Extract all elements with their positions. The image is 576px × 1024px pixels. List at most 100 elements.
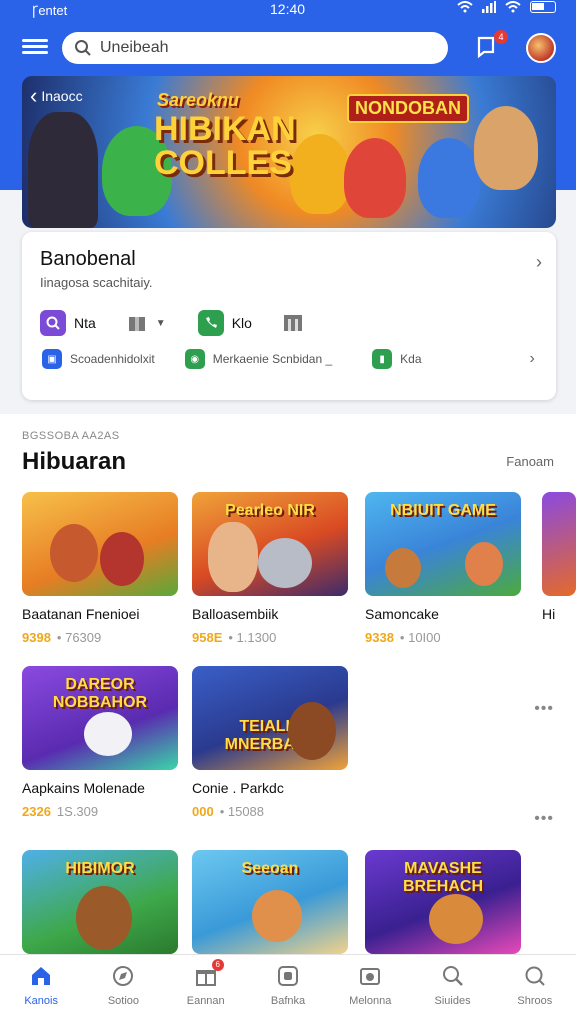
notification-button[interactable]: 4 <box>476 30 508 60</box>
search-icon <box>40 310 66 336</box>
game-card[interactable]: HIBIMOR <box>22 850 178 954</box>
secondary-links-row: ▣ Scoadenhidolxit ◉ Merkaenie Scnbidan _… <box>42 349 535 369</box>
game-card[interactable]: TEIALIE MNERBALS Conie . Parkdc 000 • 150… <box>192 666 348 819</box>
avatar[interactable] <box>526 33 556 63</box>
search-bar[interactable] <box>62 32 448 64</box>
game-thumbnail-label: DAREOR NOBBAHOR <box>52 676 148 711</box>
menu-button[interactable] <box>22 36 48 60</box>
game-stats: 958E • 1.1300 <box>192 630 348 645</box>
game-card[interactable]: Baatanan Fnenioei 9398 • 76309 <box>22 492 178 645</box>
chevron-right-icon[interactable]: › <box>530 350 535 368</box>
clock: 12:40 <box>270 1 306 17</box>
bottom-navigation: Kanois Sotioo 6 Eannan Bafnka Melonna Si… <box>0 954 576 1024</box>
nav-label: Eannan <box>186 995 225 1007</box>
card-subtitle: Iinagosa scachitaiy. <box>40 275 153 290</box>
nav-label: Sotioo <box>107 995 140 1007</box>
game-thumbnail <box>542 492 576 596</box>
game-title: Samoncake <box>365 606 439 622</box>
square-icon <box>275 963 301 989</box>
banner-title-right: NONDOBAN <box>347 94 469 123</box>
game-points: 2326 <box>22 804 51 819</box>
controller-icon: ◉ <box>184 349 205 369</box>
phone-icon <box>197 310 224 336</box>
thumb-character <box>429 894 483 944</box>
banner-title-line-1: HIBIKAN <box>154 110 296 148</box>
banner-back-button[interactable]: ‹ Inaocc <box>30 83 83 108</box>
game-plays: 1S.309 <box>56 804 99 819</box>
game-thumbnail <box>22 492 178 596</box>
nav-item-home[interactable]: Kanois <box>0 955 82 1024</box>
search-icon <box>440 963 466 989</box>
quick-action-box[interactable]: ▼ <box>126 312 166 334</box>
carrier-label: Ꞅentet <box>32 3 68 18</box>
game-card[interactable]: Pearleo NIR Balloasembiik 958E • 1.1300 <box>192 492 348 645</box>
banner-character-yellow <box>290 134 350 214</box>
thumb-character <box>385 548 421 588</box>
game-icon: ▣ <box>42 349 62 369</box>
game-title: Baatanan Fnenioei <box>22 606 140 622</box>
game-title: Hi <box>542 606 556 622</box>
game-title: Aapkains Molenade <box>22 780 145 796</box>
gallery-icon <box>357 963 383 989</box>
game-thumbnail-label: NBIUIT GAME <box>390 502 496 519</box>
nav-label: Bafnka <box>270 995 306 1007</box>
game-card[interactable]: Seeoan <box>192 850 348 954</box>
secondary-link-1[interactable]: ▣ Scoadenhidolxit <box>42 349 155 369</box>
secondary-link-2[interactable]: ◉ Merkaenie Scnbidan _ <box>184 349 333 369</box>
search-input[interactable] <box>100 39 400 57</box>
game-card-partial[interactable]: Hi <box>542 492 576 622</box>
more-options-icon[interactable]: ••• <box>534 700 554 718</box>
secondary-link-label: Merkaenie Scnbidan _ <box>212 352 333 366</box>
secondary-link-label: Kda <box>400 352 422 366</box>
nav-label: Kanois <box>24 995 58 1007</box>
banner-character-blue <box>418 138 480 218</box>
nav-item-guides[interactable]: Siuides <box>411 955 493 1024</box>
box-icon <box>128 317 145 331</box>
building-icon <box>283 315 302 331</box>
thumb-character <box>288 702 336 760</box>
game-thumbnail-label: Pearleo NIR <box>225 502 315 519</box>
thumb-character <box>84 712 132 756</box>
quick-action-nta[interactable]: Nta <box>40 310 96 336</box>
banner-title-line-2: COLLES <box>154 144 292 182</box>
game-card[interactable]: DAREOR NOBBAHOR Aapkains Molenade 2326 1S… <box>22 666 178 819</box>
nav-item-gifts[interactable]: 6 Eannan <box>165 955 247 1024</box>
status-icons <box>457 1 556 13</box>
game-stats: 2326 1S.309 <box>22 804 178 819</box>
hero-banner[interactable]: ‹ Inaocc Sareoknu HIBIKAN COLLES NONDOBA… <box>22 76 556 228</box>
gift-icon: 6 <box>193 959 224 989</box>
quick-action-building[interactable] <box>282 312 304 334</box>
game-thumbnail-label: Seeoan <box>241 860 299 877</box>
game-points: 958E <box>192 630 223 645</box>
quick-action-label: Nta <box>74 315 96 331</box>
chevron-left-icon: ‹ <box>30 83 38 108</box>
banner-title-top: Sareoknu <box>157 90 240 110</box>
game-card[interactable]: MAVASHE BREHACH <box>365 850 521 954</box>
nav-item-gallery[interactable]: Melonna <box>329 955 411 1024</box>
game-stats: 9398 • 76309 <box>22 630 178 645</box>
search-icon <box>75 40 91 56</box>
game-plays: • 15088 <box>219 804 265 819</box>
notification-badge: 4 <box>494 30 508 44</box>
battery-icon <box>530 1 556 13</box>
game-title: Conie . Parkdc <box>192 780 284 796</box>
thumb-character <box>252 890 302 942</box>
nav-item-explore[interactable]: Sotioo <box>82 955 164 1024</box>
secondary-link-3[interactable]: ▮ Kda <box>372 349 422 369</box>
game-card[interactable]: NBIUIT GAME Samoncake 9338 • 10I00 <box>365 492 521 645</box>
quick-action-klo[interactable]: Klo <box>197 310 252 336</box>
nav-item-search[interactable]: Shroos <box>494 955 576 1024</box>
thumb-character <box>100 532 144 586</box>
nav-label: Melonna <box>349 995 392 1007</box>
game-thumbnail: NBIUIT GAME <box>365 492 521 596</box>
more-options-icon[interactable]: ••• <box>534 810 554 828</box>
game-plays: • 1.1300 <box>228 630 277 645</box>
chevron-right-icon[interactable]: › <box>536 252 542 273</box>
nav-item-bank[interactable]: Bafnka <box>247 955 329 1024</box>
section-see-all-link[interactable]: Fanoam <box>506 454 554 469</box>
game-plays: • 76309 <box>56 630 102 645</box>
status-bar: Ꞅentet 12:40 <box>0 0 576 20</box>
game-thumbnail: DAREOR NOBBAHOR <box>22 666 178 770</box>
banner-title-main: HIBIKAN COLLES <box>154 112 296 180</box>
game-plays: • 10I00 <box>399 630 441 645</box>
